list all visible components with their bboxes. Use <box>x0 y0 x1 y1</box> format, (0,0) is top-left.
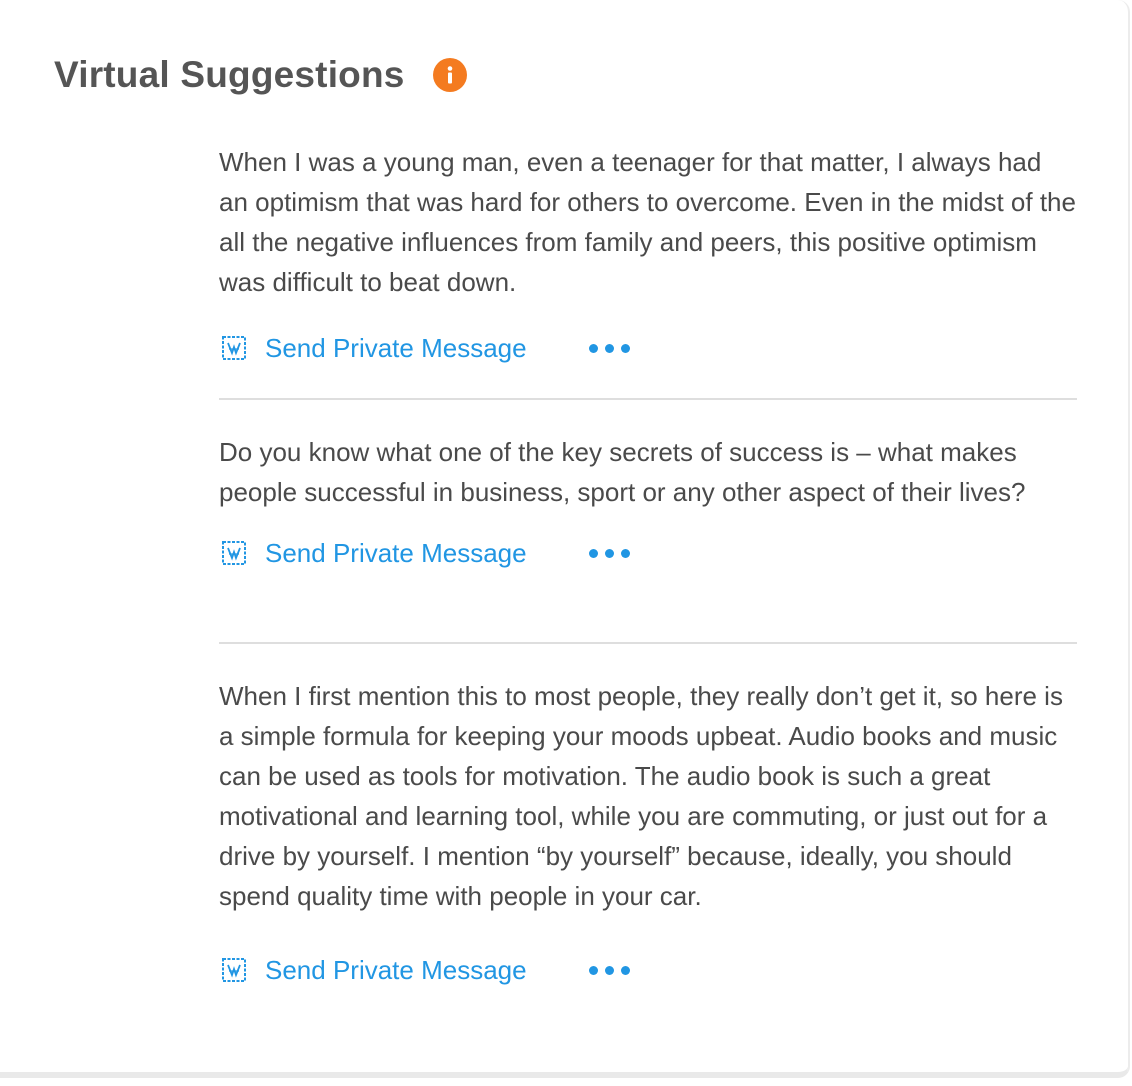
dot <box>604 343 614 353</box>
suggestion-text: Do you know what one of the key secrets … <box>219 437 1026 507</box>
private-message-icon <box>219 955 249 985</box>
send-private-message-label: Send Private Message <box>265 537 527 568</box>
suggestion-list: When I was a young man, even a teenager … <box>219 142 1077 990</box>
suggestion-item: When I was a young man, even a teenager … <box>219 142 1077 400</box>
more-options-icon[interactable] <box>588 338 630 358</box>
dot <box>588 965 598 975</box>
dot <box>588 343 598 353</box>
suggestion-item: When I first mention this to most people… <box>219 644 1077 990</box>
card-header: Virtual Suggestions <box>54 50 467 100</box>
private-message-icon <box>219 333 249 363</box>
suggestion-actions: Send Private Message <box>219 950 1077 990</box>
dot <box>620 965 630 975</box>
dot <box>620 343 630 353</box>
dot <box>588 548 598 558</box>
send-private-message-button[interactable]: Send Private Message <box>219 333 527 364</box>
suggestion-actions: Send Private Message <box>219 328 1077 368</box>
send-private-message-label: Send Private Message <box>265 332 527 363</box>
private-message-icon <box>219 538 249 568</box>
more-options-icon[interactable] <box>588 960 630 980</box>
send-private-message-label: Send Private Message <box>265 954 527 985</box>
virtual-suggestions-card: Virtual Suggestions When I was a young m… <box>0 0 1130 1078</box>
send-private-message-button[interactable]: Send Private Message <box>219 955 527 986</box>
suggestion-text: When I first mention this to most people… <box>219 681 1063 911</box>
info-icon[interactable] <box>432 58 467 92</box>
dot <box>620 548 630 558</box>
dot <box>604 965 614 975</box>
send-private-message-button[interactable]: Send Private Message <box>219 538 527 569</box>
dot <box>604 548 614 558</box>
suggestion-item: Do you know what one of the key secrets … <box>219 400 1077 644</box>
card-title: Virtual Suggestions <box>54 54 405 95</box>
suggestion-text: When I was a young man, even a teenager … <box>219 147 1076 297</box>
suggestion-actions: Send Private Message <box>219 533 1077 573</box>
more-options-icon[interactable] <box>588 543 630 563</box>
